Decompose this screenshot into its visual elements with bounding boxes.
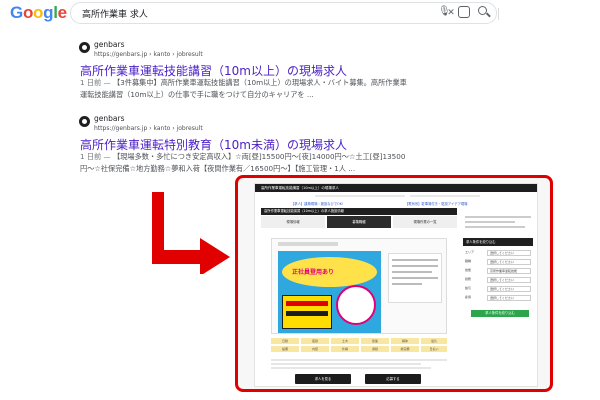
filter-select[interactable]: 高所作業車運転技能	[487, 268, 531, 274]
feature-cell: 日払い	[421, 346, 447, 352]
search-result-2[interactable]: genbars https://genbars.jp › kanto › job…	[79, 114, 420, 175]
preview-tab-2[interactable]: 募集職種	[327, 216, 391, 228]
logo-letter: G	[10, 3, 23, 22]
preview-sidebar: 求人条件を絞り込む エリア 選択してください 職種 選択してください 技能 高所…	[463, 214, 533, 317]
result-url[interactable]: https://genbars.jp › kanto › jobresult	[94, 51, 203, 58]
result-date: 1 日前 —	[80, 152, 111, 161]
feature-cell: 電気	[421, 338, 447, 344]
preview-view-jobs-button[interactable]: 求人を見る	[295, 374, 351, 384]
feature-cell: 設備	[271, 346, 299, 352]
result-date: 1 日前 —	[80, 78, 111, 87]
logo-letter: g	[43, 3, 54, 22]
screenshot-root: Google 高所作業車 求人 ✕ 🎙 genbars https://genb…	[0, 0, 600, 400]
filter-label: 技能	[465, 268, 472, 272]
logo-letter: e	[57, 3, 67, 22]
preview-job-panel: 正社員登用あり	[271, 238, 447, 334]
filter-select[interactable]: 選択してください	[487, 259, 531, 265]
preview-link-left[interactable]: 【求人】建築現場・施設なびでOK!	[291, 201, 343, 206]
job-page-thumbnail: 高所作業車運転技能講習（10m以上）の現場求人 【求人】建築現場・施設なびでOK…	[254, 183, 538, 387]
search-separator	[498, 8, 499, 20]
snippet-text: 【現場多数・多忙につき安定高収入】☆両[昼]15500円〜[夜]14000円〜☆…	[80, 152, 406, 173]
feature-cell: 内装	[301, 346, 329, 352]
filter-select[interactable]: 選択してください	[487, 286, 531, 292]
search-box[interactable]: 高所作業車 求人 ✕	[70, 2, 499, 24]
result-snippet: 1 日前 — 【3件募集中】高所作業車運転技能講習（10m以上）の現場求人・バイ…	[80, 77, 410, 101]
feature-cell: 外構	[331, 346, 359, 352]
preview-tabs: 現場情報 募集職種 現場作業の一覧	[261, 216, 457, 228]
preview-tab-3[interactable]: 現場作業の一覧	[393, 216, 457, 228]
result-site-name[interactable]: genbars	[94, 114, 124, 123]
snippet-text: 【3件募集中】高所作業車運転技能講習（10m以上）の現場求人・バイト募集。高所作…	[80, 78, 407, 99]
feature-cell: 寮完備	[391, 346, 419, 352]
search-query[interactable]: 高所作業車 求人	[82, 7, 148, 20]
preview-dark-row: 高所作業車運転技能講習（10m以上）の求人施設情報	[261, 208, 457, 215]
banner-text: 正社員登用あり	[292, 269, 335, 276]
mic-icon[interactable]: 🎙	[438, 6, 451, 18]
feature-cell: 解体	[391, 338, 419, 344]
filter-label: 雇用	[465, 295, 472, 299]
highlighted-page-preview[interactable]: 高所作業車運転技能講習（10m以上）の現場求人 【求人】建築現場・施設なびでOK…	[235, 175, 553, 392]
filter-select[interactable]: 選択してください	[487, 277, 531, 283]
result-url[interactable]: https://genbars.jp › kanto › jobresult	[94, 125, 203, 132]
genbars-favicon	[79, 42, 90, 53]
filter-label: 職種	[465, 259, 472, 263]
lens-icon[interactable]	[458, 6, 470, 18]
google-logo[interactable]: Google	[10, 3, 67, 23]
logo-letter: o	[22, 3, 34, 22]
feature-cell: 建築	[361, 338, 389, 344]
feature-cell: 土木	[331, 338, 359, 344]
feature-cell: 日勤	[271, 338, 299, 344]
feature-cell: 夜勤	[301, 338, 329, 344]
sidebar-filter-button[interactable]: 求人条件を絞り込む	[471, 310, 529, 317]
search-result-1[interactable]: genbars https://genbars.jp › kanto › job…	[79, 40, 420, 101]
filter-label: エリア	[465, 250, 475, 254]
preview-tab-1[interactable]: 現場情報	[261, 216, 325, 228]
preview-banner-image: 正社員登用あり	[278, 251, 381, 333]
filter-select[interactable]: 選択してください	[487, 295, 531, 301]
feature-cell: 通勤	[361, 346, 389, 352]
sidebar-filter-heading: 求人条件を絞り込む	[463, 238, 533, 246]
logo-letter: o	[33, 3, 44, 22]
preview-apply-button[interactable]: 応募する	[365, 374, 421, 384]
result-snippet: 1 日前 — 【現場多数・多忙につき安定高収入】☆両[昼]15500円〜[夜]1…	[80, 151, 410, 175]
result-site-name[interactable]: genbars	[94, 40, 124, 49]
filter-label: 給与	[465, 286, 472, 290]
preview-header: 高所作業車運転技能講習（10m以上）の現場求人	[255, 184, 537, 192]
preview-link-right[interactable]: 【電気系】駐車場付き・駐設アイデア現場	[405, 201, 467, 206]
genbars-favicon	[79, 116, 90, 127]
filter-select[interactable]: 選択してください	[487, 250, 531, 256]
red-arrow-icon	[152, 192, 230, 274]
filter-label: 勤務	[465, 277, 472, 281]
